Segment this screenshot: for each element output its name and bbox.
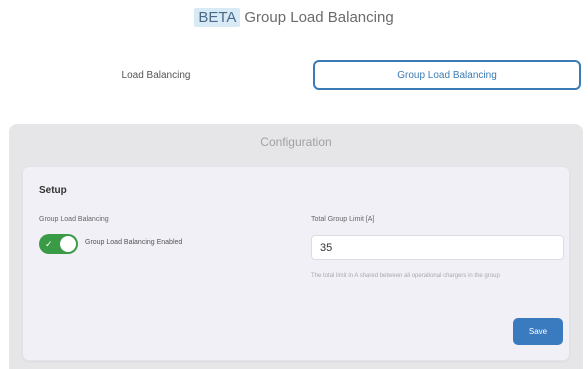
total-group-limit-input[interactable] <box>311 235 564 260</box>
save-button[interactable]: Save <box>513 318 563 345</box>
page-title-text: Group Load Balancing <box>244 9 394 26</box>
page-title: BETA Group Load Balancing <box>0 8 588 30</box>
configuration-title: Configuration <box>260 135 332 149</box>
tab-load-balancing-label: Load Balancing <box>121 69 191 81</box>
toggle-knob <box>60 236 76 252</box>
toggle-label: Group Load Balancing Enabled <box>85 239 183 246</box>
tab-group-load-balancing-label: Group Load Balancing <box>397 69 497 81</box>
configuration-panel: Configuration Setup Group Load Balancing… <box>9 124 583 369</box>
group-load-balancing-label: Group Load Balancing <box>39 216 109 223</box>
beta-badge: BETA <box>194 8 241 27</box>
tab-load-balancing[interactable]: Load Balancing <box>62 60 250 90</box>
check-icon: ✓ <box>45 239 53 249</box>
total-group-limit-help: The total limit in A shared between all … <box>311 273 500 279</box>
total-group-limit-label: Total Group Limit [A] <box>311 216 375 223</box>
group-load-balancing-toggle[interactable]: ✓ <box>39 234 78 254</box>
setup-title: Setup <box>39 185 67 196</box>
tab-group-load-balancing[interactable]: Group Load Balancing <box>313 60 581 90</box>
setup-card: Setup Group Load Balancing ✓ Group Load … <box>22 166 570 361</box>
